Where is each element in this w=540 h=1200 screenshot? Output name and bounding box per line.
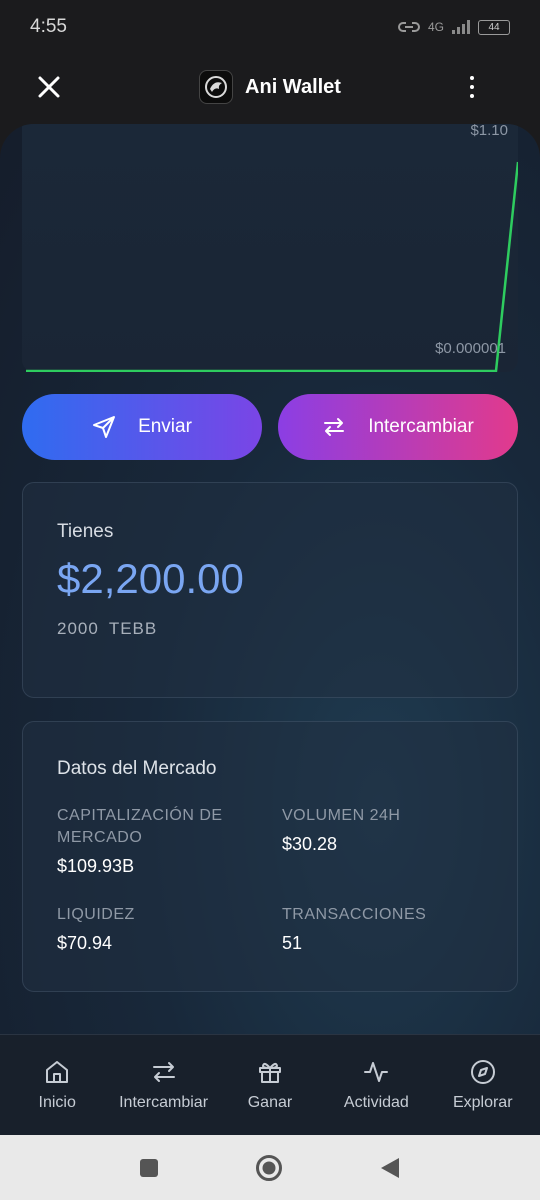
- nav-label: Explorar: [452, 1094, 513, 1111]
- stat-value: $70.94: [57, 933, 113, 953]
- token-quantity: 2000: [57, 619, 99, 638]
- send-icon: [93, 416, 116, 438]
- stat-label: VOLUMEN 24H: [282, 807, 401, 824]
- stat-label: LIQUIDEZ: [57, 906, 135, 923]
- status-bar: 4:55 4G 44: [0, 0, 540, 54]
- nav-item-ganar[interactable]: Ganar: [218, 1058, 322, 1112]
- battery-icon: 44: [478, 19, 510, 35]
- token-symbol: TEBB: [108, 619, 158, 638]
- battery-level: 44: [488, 21, 500, 33]
- send-button-label: Enviar: [138, 416, 192, 437]
- recents-button[interactable]: [139, 1158, 159, 1178]
- nav-label: Ganar: [247, 1094, 293, 1111]
- app-brand: Ani Wallet: [199, 70, 341, 104]
- swap-button-label: Intercambiar: [368, 416, 474, 437]
- stat-market-cap: CAPITALIZACIÓN DE MERCADO $109.93B: [57, 805, 257, 877]
- price-chart: $1.10 $0.000001: [22, 124, 518, 372]
- gift-icon: [258, 1062, 281, 1083]
- nav-item-actividad[interactable]: Actividad: [324, 1058, 428, 1112]
- more-options-button[interactable]: [460, 72, 484, 102]
- nav-item-explorar[interactable]: Explorar: [431, 1058, 535, 1112]
- back-triangle-icon: [381, 1157, 399, 1178]
- swap-button[interactable]: Intercambiar: [278, 394, 518, 460]
- send-button[interactable]: Enviar: [22, 394, 262, 460]
- activity-icon: [364, 1062, 389, 1082]
- link-icon: [398, 22, 420, 32]
- stat-transactions: TRANSACCIONES 51: [282, 904, 482, 954]
- action-buttons: Enviar Intercambiar: [22, 394, 518, 460]
- home-icon: [46, 1061, 69, 1083]
- network-type: 4G: [427, 20, 444, 34]
- app-header: Ani Wallet: [0, 54, 540, 120]
- stat-liquidity: LIQUIDEZ $70.94: [57, 904, 257, 954]
- nav-item-intercambiar[interactable]: Intercambiar: [112, 1058, 216, 1112]
- app-logo: [199, 70, 234, 104]
- circle-home-icon: [256, 1154, 282, 1181]
- back-button[interactable]: [379, 1156, 401, 1180]
- system-navigation-bar: [0, 1135, 540, 1200]
- dragon-logo-icon: [205, 76, 228, 98]
- market-title: Datos del Mercado: [57, 758, 217, 779]
- chart-min-label: $0.000001: [435, 340, 506, 357]
- swap-icon: [324, 418, 345, 436]
- swap-icon: [152, 1062, 175, 1082]
- stat-label: TRANSACCIONES: [282, 906, 427, 923]
- price-chart-plot: [26, 161, 518, 372]
- status-time: 4:55: [30, 16, 67, 37]
- token-amount: 2000 TEBB: [57, 619, 157, 639]
- compass-icon: [470, 1060, 495, 1084]
- balance-label: Tienes: [57, 521, 114, 542]
- status-icons: 4G 44: [398, 19, 510, 35]
- stat-volume-24h: VOLUMEN 24H $30.28: [282, 805, 482, 855]
- close-button[interactable]: [34, 72, 64, 102]
- nav-label: Inicio: [38, 1094, 76, 1111]
- home-button[interactable]: [255, 1154, 283, 1182]
- app-title: Ani Wallet: [245, 75, 341, 98]
- stat-value: $30.28: [282, 834, 338, 854]
- stat-value: $109.93B: [57, 856, 135, 876]
- square-icon: [140, 1158, 158, 1177]
- nav-label: Actividad: [343, 1094, 409, 1111]
- bottom-navigation: Inicio Intercambiar Ganar Actividad Expl…: [0, 1034, 540, 1135]
- nav-item-inicio[interactable]: Inicio: [5, 1058, 109, 1112]
- market-data-card: Datos del Mercado CAPITALIZACIÓN DE MERC…: [22, 721, 518, 992]
- signal-icon: [452, 20, 470, 34]
- stat-label: CAPITALIZACIÓN DE MERCADO: [57, 807, 223, 846]
- balance-value: $2,200.00: [57, 555, 244, 602]
- main-panel: $1.10 $0.000001 Enviar Intercambiar Tien…: [0, 124, 540, 1034]
- nav-label: Intercambiar: [119, 1094, 209, 1111]
- close-icon: [38, 76, 60, 98]
- balance-card: Tienes $2,200.00 2000 TEBB: [22, 482, 518, 698]
- chart-max-label: $1.10: [470, 124, 508, 139]
- stat-value: 51: [282, 933, 303, 953]
